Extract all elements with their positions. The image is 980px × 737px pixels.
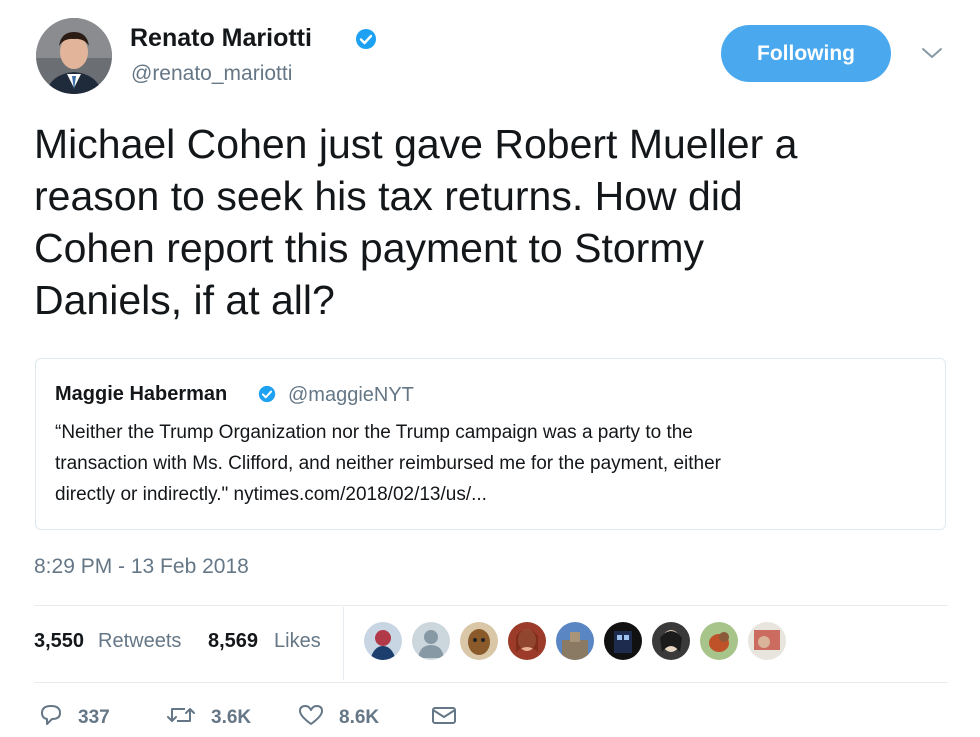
divider <box>34 605 948 606</box>
quoted-author-name[interactable]: Maggie Haberman <box>55 383 227 406</box>
retweet-button[interactable]: 3.6K <box>165 703 251 732</box>
following-button[interactable]: Following <box>721 25 891 82</box>
retweet-count: 3.6K <box>211 706 252 728</box>
liker-avatar[interactable] <box>412 622 450 660</box>
liker-avatar[interactable] <box>364 622 402 660</box>
divider <box>34 682 948 683</box>
author-avatar[interactable] <box>36 18 112 94</box>
like-count: 8.6K <box>339 706 380 728</box>
like-button[interactable]: 8.6K <box>297 703 379 732</box>
liker-avatar[interactable] <box>460 622 498 660</box>
retweets-count[interactable]: 3,550 <box>34 630 84 653</box>
liker-avatar[interactable] <box>556 622 594 660</box>
chevron-down-icon[interactable] <box>920 45 944 66</box>
reply-button[interactable]: 337 <box>38 703 110 732</box>
retweets-label[interactable]: Retweets <box>98 630 181 653</box>
tweet-text: Michael Cohen just gave Robert Mueller a… <box>34 121 798 323</box>
quoted-tweet-text: “Neither the Trump Organization nor the … <box>55 422 722 505</box>
liker-avatar[interactable] <box>748 622 786 660</box>
reply-count: 337 <box>78 706 110 728</box>
tweet-timestamp[interactable]: 8:29 PM - 13 Feb 2018 <box>34 555 249 579</box>
heart-icon <box>297 703 325 732</box>
likes-count[interactable]: 8,569 <box>208 630 258 653</box>
envelope-icon <box>430 703 458 732</box>
direct-message-button[interactable] <box>430 703 458 732</box>
liker-avatar[interactable] <box>508 622 546 660</box>
liker-avatar[interactable] <box>604 622 642 660</box>
quoted-author-handle[interactable]: @maggieNYT <box>288 384 414 407</box>
author-name[interactable]: Renato Mariotti <box>130 24 312 53</box>
liker-avatar[interactable] <box>700 622 738 660</box>
divider <box>343 607 344 680</box>
liker-avatar[interactable] <box>652 622 690 660</box>
retweet-icon <box>165 703 197 732</box>
likes-label[interactable]: Likes <box>274 630 321 653</box>
verified-badge-icon <box>258 385 276 408</box>
verified-badge-icon <box>355 28 377 55</box>
reply-icon <box>38 703 64 732</box>
author-handle[interactable]: @renato_mariotti <box>131 62 292 86</box>
